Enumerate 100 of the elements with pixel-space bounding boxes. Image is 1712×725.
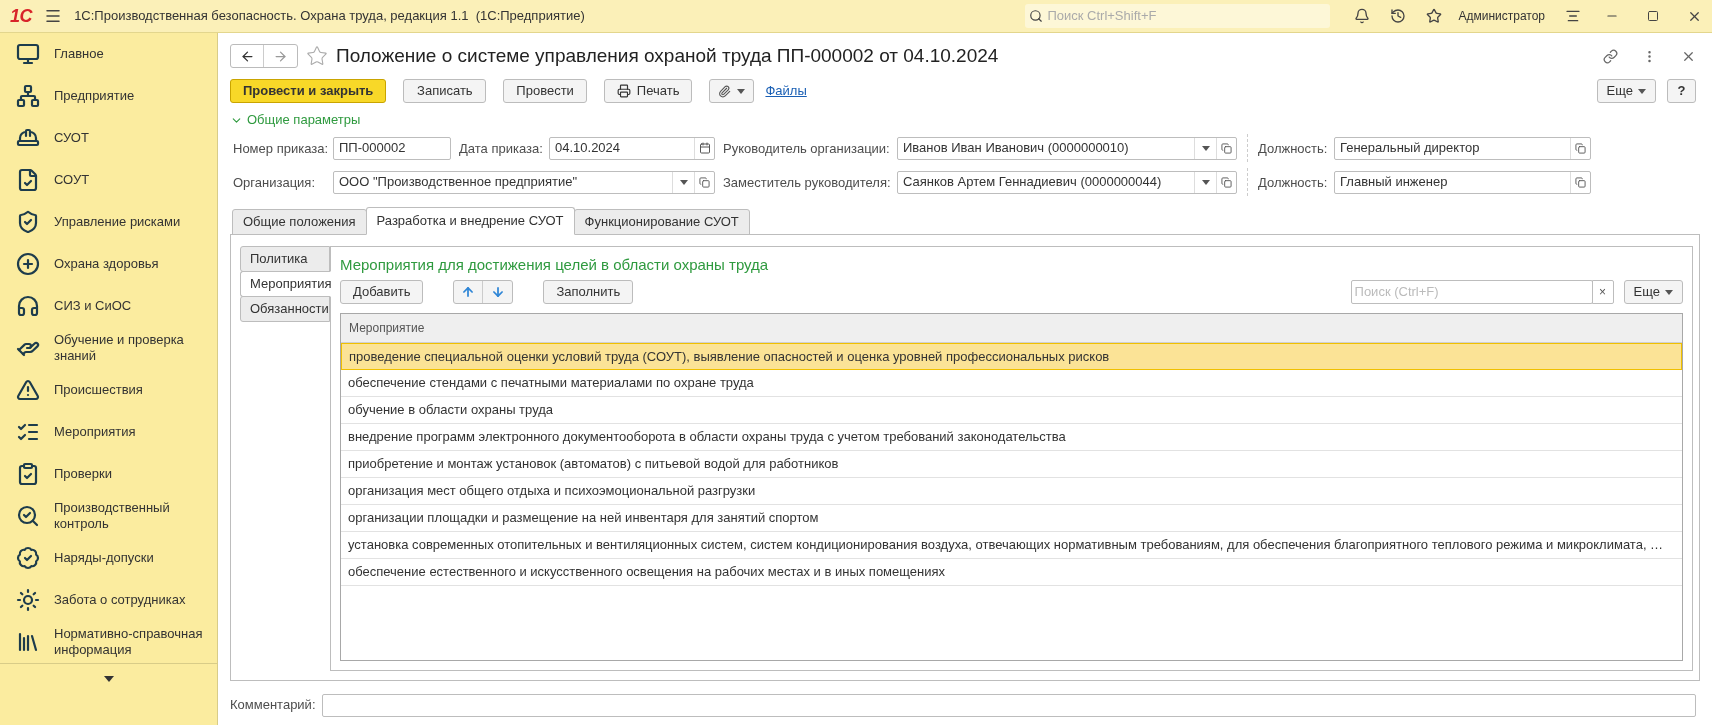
section-heading: Мероприятия для достижения целей в области охраны труда (340, 254, 770, 275)
field-label: Должность: (1258, 175, 1328, 190)
shield-icon (16, 210, 40, 234)
history-icon[interactable] (1390, 8, 1407, 24)
sidebar-item[interactable]: Нормативно-справочная информация (0, 621, 217, 663)
field-label: Номер приказа: (233, 141, 329, 156)
sidebar-item[interactable]: Обучение и проверка знаний (0, 327, 217, 369)
side-tab[interactable]: Политика (240, 246, 330, 272)
hierarchy-icon (16, 84, 40, 108)
maximize-icon[interactable] (1647, 10, 1659, 22)
more-button[interactable]: Еще (1596, 79, 1656, 103)
files-link[interactable]: Файлы (765, 81, 807, 101)
field-label: Заместитель руководителя: (723, 175, 891, 190)
table-row[interactable]: организации площадки и размещение на ней инвентаря для занятий спортом (341, 505, 1682, 532)
move-down-icon[interactable] (490, 285, 505, 299)
sidebar-item[interactable]: Предприятие (0, 75, 217, 117)
toolbar-button[interactable]: Провести (503, 79, 587, 103)
add-button[interactable]: Добавить (340, 280, 424, 304)
input-field[interactable]: Генеральный директор (1334, 136, 1591, 160)
column-header[interactable]: Мероприятие (341, 314, 1682, 343)
paperclip-icon (718, 84, 732, 98)
settings-menu-icon[interactable] (1565, 8, 1581, 24)
open-icon[interactable] (1221, 176, 1232, 188)
sidebar-item[interactable]: СИЗ и СиОС (0, 285, 217, 327)
table-row[interactable]: обучение в области охраны труда (341, 397, 1682, 424)
caret-icon (1665, 289, 1673, 295)
sidebar-item[interactable]: Управление рисками (0, 201, 217, 243)
tab[interactable]: Разработка и внедрение СУОТ (365, 207, 575, 235)
sidebar-item[interactable]: Мероприятия (0, 411, 217, 453)
sidebar-item[interactable]: СУОТ (0, 117, 217, 159)
input-field[interactable]: 04.10.2024 (549, 136, 715, 160)
caret-icon (679, 179, 688, 185)
window-title: 1С:Производственная безопасность. Охрана труда, редакция 1.1 (1С:Предприятие) (74, 7, 585, 26)
section-toggle[interactable]: Общие параметры (230, 109, 1700, 131)
menu-icon[interactable] (44, 7, 63, 25)
medical-cross-icon (16, 252, 40, 276)
post-and-close-button[interactable]: Провести и закрыть (230, 79, 387, 103)
sidebar-item[interactable]: Охрана здоровья (0, 243, 217, 285)
field-label: Должность: (1258, 141, 1328, 156)
sidebar-item[interactable]: СОУТ (0, 159, 217, 201)
caret-icon (1638, 88, 1646, 94)
field-label: Дата приказа: (459, 141, 543, 156)
favorite-star-icon[interactable] (306, 45, 328, 67)
document-title: Положение о системе управления охраной труда ПП-000002 от 04.10.2024 (336, 43, 999, 68)
badge-icon (16, 546, 40, 570)
comment-label: Комментарий: (230, 696, 316, 715)
sidebar-item[interactable]: Наряды-допуски (0, 537, 217, 579)
table-row[interactable]: внедрение программ электронного документооборота в области охраны труда с учетом требований законодательства (341, 424, 1682, 451)
attach-button[interactable] (709, 79, 755, 103)
forward-icon[interactable] (273, 48, 288, 64)
sidebar-item[interactable]: Проверки (0, 453, 217, 495)
caret-icon (1201, 145, 1210, 151)
sidebar-item[interactable]: Происшествия (0, 369, 217, 411)
fill-button[interactable]: Заполнить (543, 280, 634, 304)
table-row[interactable]: обеспечение естественного и искусственного освещения на рабочих местах и в иных помещениях (341, 559, 1682, 586)
tab[interactable]: Функционирование СУОТ (573, 209, 750, 235)
caret-icon (737, 88, 746, 94)
printer-icon (616, 84, 631, 98)
open-icon[interactable] (1575, 142, 1586, 154)
input-field[interactable]: Главный инженер (1334, 170, 1591, 194)
table-row[interactable]: обеспечение стендами с печатными материалами по охране труда (341, 370, 1682, 397)
back-icon[interactable] (239, 48, 255, 64)
scroll-down-icon[interactable] (103, 676, 114, 682)
input-field[interactable]: Саянков Артем Геннадиевич (0000000044) (897, 170, 1237, 194)
tab[interactable]: Общие положения (232, 209, 367, 235)
bell-icon[interactable] (1354, 8, 1371, 24)
open-icon[interactable] (1221, 142, 1232, 154)
magnifier-icon (16, 504, 40, 528)
sidebar-item[interactable]: Главное (0, 33, 217, 75)
link-icon[interactable] (1603, 48, 1618, 64)
search-icon (1029, 9, 1044, 23)
sidebar-item[interactable]: Производственный контроль (0, 495, 217, 537)
logo: 1С (10, 4, 33, 28)
input-field[interactable]: ООО "Производственное предприятие" (333, 170, 715, 194)
star-icon[interactable] (1426, 8, 1443, 24)
move-up-icon[interactable] (461, 285, 476, 299)
caret-icon (1201, 179, 1210, 185)
print-button[interactable]: Печать (603, 79, 693, 103)
side-tab[interactable]: Обязанности (240, 296, 330, 322)
toolbar-button[interactable]: Записать (403, 79, 487, 103)
table-row[interactable]: установка современных отопительных и вентиляционных систем, систем кондиционирования воздуха, отвечающих нормативным требованиям, для обеспечения благоприятного теплового режима и микроклимата, … (341, 532, 1682, 559)
field-label: Организация: (233, 175, 316, 190)
table-row[interactable]: приобретение и монтаж установок (автоматов) с питьевой водой для работников (341, 451, 1682, 478)
help-button[interactable]: ? (1667, 79, 1696, 103)
more-button[interactable]: Еще (1623, 280, 1683, 304)
open-icon[interactable] (1575, 176, 1586, 188)
comment-field[interactable] (321, 693, 1696, 717)
headphones-icon (16, 294, 40, 318)
sidebar-item[interactable]: Забота о сотрудниках (0, 579, 217, 621)
input-field[interactable]: Иванов Иван Иванович (0000000010) (897, 136, 1237, 160)
calendar-icon[interactable] (698, 142, 711, 154)
table-row[interactable]: проведение специальной оценки условий труда (СОУТ), выявление опасностей и оценка уровней профессиональных рисков (341, 343, 1682, 370)
field-label: Руководитель организации: (723, 141, 890, 156)
user-name[interactable]: Администратор (1458, 7, 1545, 25)
monitor-icon (16, 42, 40, 66)
clear-button[interactable]: × (1591, 280, 1614, 304)
open-icon[interactable] (699, 176, 710, 188)
side-tab[interactable]: Мероприятия (240, 271, 331, 297)
table-row[interactable]: организация мест общего отдыха и психоэмоциональной разгрузки (341, 478, 1682, 505)
input-field[interactable]: ПП-000002 (333, 136, 451, 160)
